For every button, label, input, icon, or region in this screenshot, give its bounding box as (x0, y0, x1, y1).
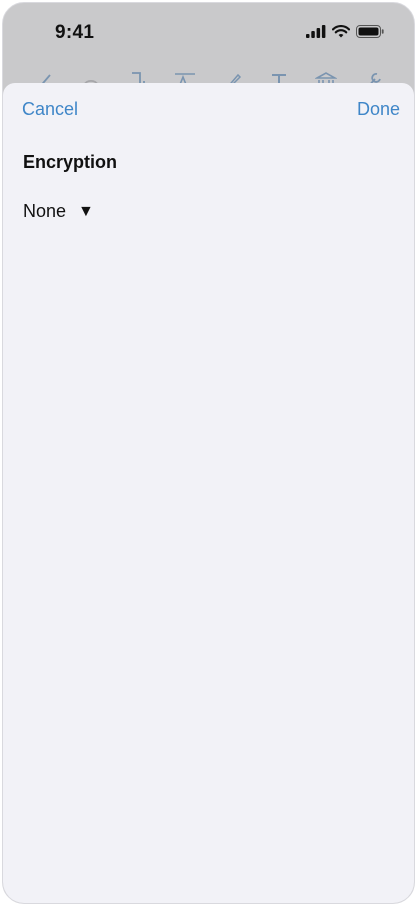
encryption-title: Encryption (23, 152, 118, 172)
status-time: 9:41 (55, 22, 95, 43)
cancel-button[interactable]: Cancel (22, 99, 78, 120)
encryption-sheet: Cancel Done Encryption None ▼ (3, 83, 414, 903)
battery-icon (356, 25, 384, 43)
dropdown-caret-icon: ▼ (78, 202, 94, 220)
sheet-nav-bar: Cancel Done (3, 83, 414, 137)
encryption-select[interactable]: None ▼ (23, 201, 94, 222)
status-bar: 9:41 (3, 3, 414, 63)
encryption-selected-value: None (23, 201, 67, 221)
status-icons (306, 25, 384, 43)
wifi-icon (331, 25, 351, 43)
cellular-signal-icon (306, 25, 326, 43)
device-frame: 9:41 Cancel Done Encryption None ▼ (2, 2, 415, 904)
done-button[interactable]: Done (357, 99, 400, 120)
